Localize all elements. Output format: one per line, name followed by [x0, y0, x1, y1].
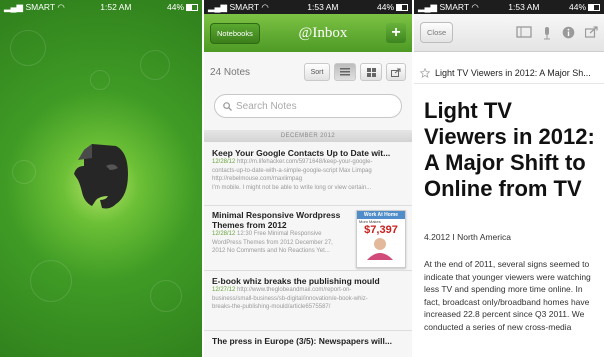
note-date: 12/28/12	[212, 231, 236, 237]
note-snippet: contacts-up-to-date-with-a-simple-google…	[212, 167, 372, 174]
background-doodle	[30, 260, 72, 302]
splash-screen: ▂▄▆ SMART ◠ 1:52 AM 44%	[0, 0, 202, 357]
status-bar: ▂▄▆ SMART ◠ 1:53 AM 44%	[204, 0, 412, 14]
notebooks-button[interactable]: Notebooks	[210, 22, 260, 44]
page-title: @Inbox	[298, 24, 348, 41]
note-title: E-book whiz breaks the publishing mould	[212, 276, 380, 286]
status-time: 1:53 AM	[307, 2, 339, 12]
search-input[interactable]: Search Notes	[214, 94, 402, 118]
note-item[interactable]: The press in Europe (3/5): Newspapers wi…	[212, 336, 406, 346]
wifi-icon: ◠	[471, 1, 479, 12]
note-date: 12/27/12	[212, 287, 236, 293]
note-item[interactable]: Minimal Responsive Wordpress Themes from…	[212, 210, 352, 256]
battery-icon	[588, 4, 600, 12]
notes-count: 24 Notes	[210, 66, 251, 78]
sort-button[interactable]: Sort	[304, 63, 330, 81]
signal-icon: ▂▄▆	[208, 1, 228, 12]
notebook-icon[interactable]	[516, 25, 532, 38]
note-snippet: http://rebelmouse.com/maxlimpag	[212, 176, 303, 182]
notes-toolbar: 24 Notes Sort	[204, 60, 412, 84]
battery-icon	[396, 4, 408, 12]
signal-icon: ▂▄▆	[4, 1, 24, 12]
wifi-icon: ◠	[57, 1, 65, 12]
wifi-icon: ◠	[261, 1, 269, 12]
search-icon	[223, 101, 232, 111]
status-bar: ▂▄▆ SMART ◠ 1:52 AM 44%	[0, 0, 202, 14]
battery-percent: 44%	[166, 2, 184, 12]
note-snippet: 12:30 Free Minimal Responsive	[237, 231, 322, 237]
note-snippet: WordPress Themes from 2012 December 27,	[212, 239, 333, 246]
note-snippet: http://m.lifehacker.com/5971648/keep-you…	[237, 159, 373, 165]
share-icon	[391, 68, 401, 77]
note-item[interactable]: E-book whiz breaks the publishing mould …	[212, 276, 406, 312]
inbox-header: Notebooks @Inbox +	[204, 14, 412, 52]
grid-icon	[366, 67, 376, 77]
signal-icon: ▂▄▆	[418, 1, 438, 12]
list-icon	[340, 68, 350, 76]
date-section-header: DECEMBER 2012	[204, 130, 412, 142]
background-doodle	[150, 280, 182, 312]
star-icon[interactable]	[420, 67, 430, 78]
article-byline: 4.2012 I North America	[424, 232, 511, 242]
status-time: 1:53 AM	[508, 2, 540, 12]
note-view-screen: ▂▄▆ SMART ◠ 1:53 AM 44% Close Light TV V…	[414, 0, 604, 357]
carrier-name: SMART	[439, 1, 469, 12]
note-title: Light TV Viewers in 2012: A Major Sh...	[435, 67, 591, 78]
note-thumbnail: Work At Home Mom Makes $7,397	[356, 210, 406, 268]
list-view-button[interactable]	[334, 63, 356, 81]
background-doodle	[140, 50, 170, 80]
note-snippet: http://www.theglobeandmail.com/report-on…	[237, 287, 352, 293]
note-title: The press in Europe (3/5): Newspapers wi…	[212, 336, 392, 346]
status-time: 1:52 AM	[100, 2, 132, 12]
grid-view-button[interactable]	[360, 63, 382, 81]
article-headline: Light TV Viewers in 2012: A Major Shift …	[424, 98, 595, 201]
thumbnail-heading: Work At Home	[357, 211, 405, 219]
note-date: 12/28/12	[212, 159, 236, 165]
search-placeholder: Search Notes	[236, 100, 297, 112]
status-bar: ▂▄▆ SMART ◠ 1:53 AM 44%	[414, 0, 604, 14]
thumbnail-figure: $7,397	[364, 224, 398, 236]
background-doodle	[10, 30, 46, 66]
microphone-icon[interactable]	[542, 26, 552, 40]
inbox-screen: ▂▄▆ SMART ◠ 1:53 AM 44% Notebooks @Inbox…	[204, 0, 412, 357]
note-toolbar: Close	[414, 14, 604, 52]
carrier-name: SMART	[229, 1, 259, 12]
evernote-elephant-logo	[74, 144, 128, 209]
share-button[interactable]	[386, 63, 406, 81]
note-title-bar: Light TV Viewers in 2012: A Major Sh...	[414, 62, 604, 84]
note-title: Keep Your Google Contacts Up to Date wit…	[212, 148, 391, 158]
note-snippet: business/small-business/sb-digital/innov…	[212, 295, 368, 302]
note-snippet: I'm mobile. I might not be able to write…	[212, 184, 372, 191]
carrier-name: SMART	[25, 1, 55, 12]
battery-icon	[186, 4, 198, 12]
article-body: At the end of 2011, several signs seemed…	[424, 259, 591, 332]
background-doodle	[12, 160, 36, 184]
battery-percent: 44%	[568, 2, 586, 12]
battery-percent: 44%	[376, 2, 394, 12]
person-photo-icon	[367, 238, 393, 260]
add-note-button[interactable]: +	[386, 23, 406, 43]
note-title: Minimal Responsive Wordpress Themes from…	[212, 210, 341, 230]
divider	[204, 330, 412, 331]
info-icon[interactable]	[562, 26, 575, 39]
share-icon[interactable]	[585, 25, 598, 38]
background-doodle	[90, 70, 110, 90]
divider	[204, 205, 412, 206]
note-snippet: 2012 No Comments and No Reactions Yet...	[212, 248, 330, 254]
divider	[204, 270, 412, 271]
note-item[interactable]: Keep Your Google Contacts Up to Date wit…	[212, 148, 406, 192]
note-snippet: breaks-the-publishing-mould/article65755…	[212, 304, 331, 310]
close-button[interactable]: Close	[420, 22, 454, 43]
